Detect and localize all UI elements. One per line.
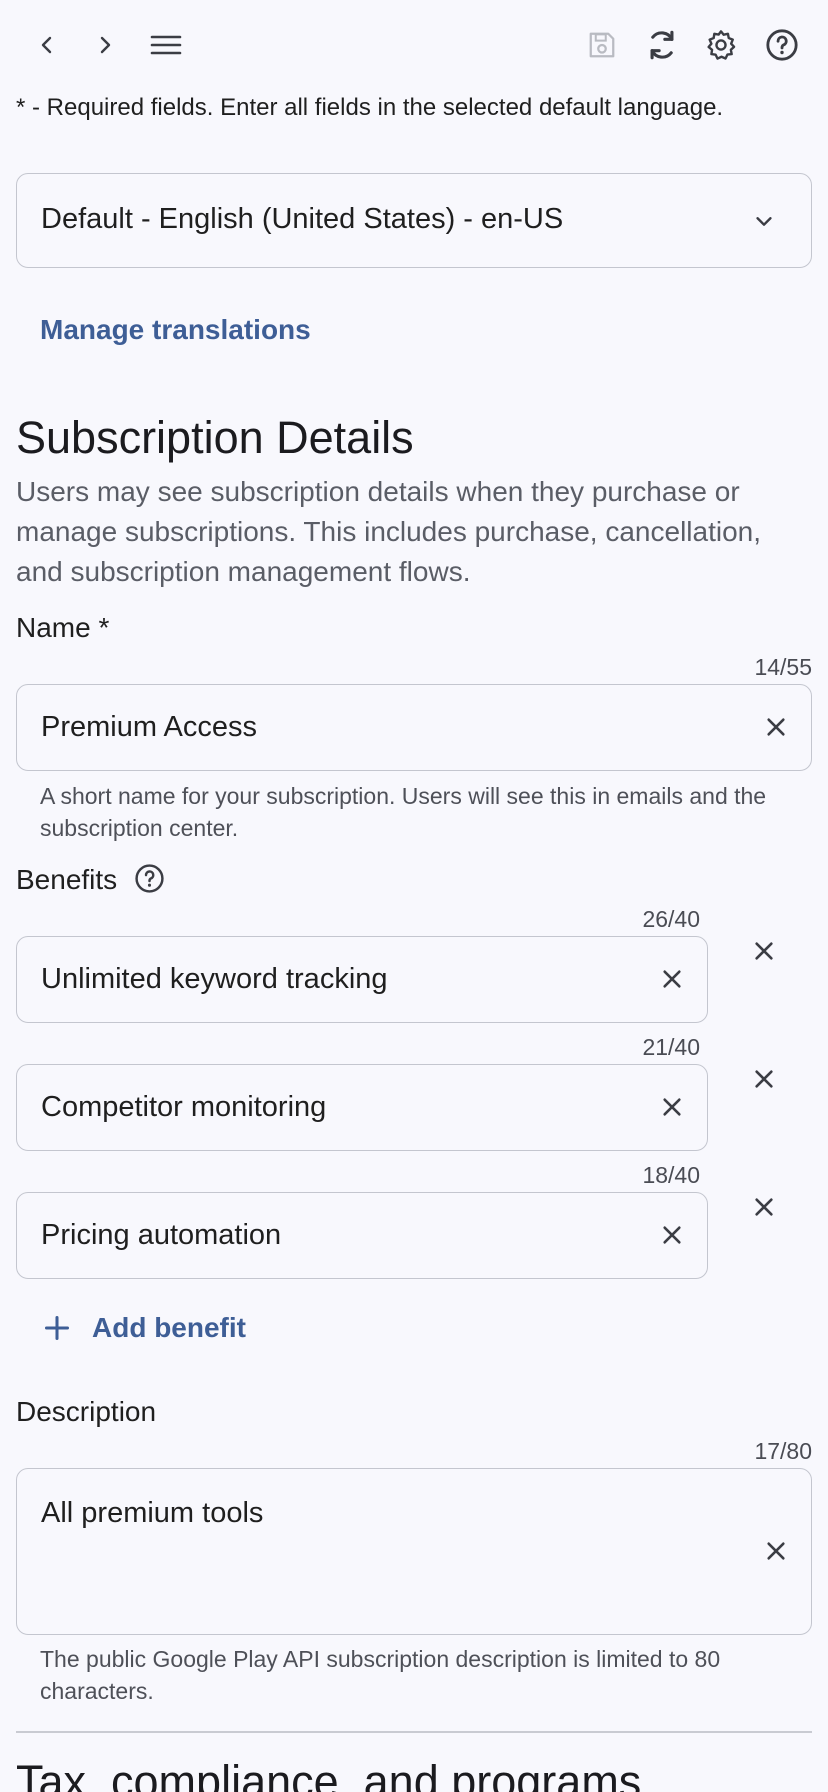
gear-icon[interactable] [699, 23, 743, 67]
required-fields-note: * - Required fields. Enter all fields in… [16, 94, 724, 121]
help-icon[interactable] [134, 863, 165, 899]
clear-icon[interactable] [657, 1092, 687, 1122]
remove-benefit-icon[interactable] [746, 933, 782, 969]
clear-icon[interactable] [761, 712, 791, 742]
chevron-left-icon[interactable] [25, 23, 69, 67]
refresh-icon[interactable] [640, 23, 684, 67]
description-helper-text: The public Google Play API subscription … [40, 1646, 721, 1704]
language-select[interactable]: Default - English (United States) - en-U… [16, 173, 812, 268]
benefit-counter: 26/40 [642, 906, 700, 932]
chevron-down-icon [753, 210, 775, 237]
menu-icon[interactable] [144, 23, 188, 67]
description-input[interactable]: All premium tools [16, 1468, 812, 1635]
clear-icon[interactable] [761, 1536, 791, 1566]
name-counter: 14/55 [754, 654, 812, 680]
help-icon[interactable] [760, 23, 804, 67]
section-divider [16, 1731, 812, 1733]
add-benefit-label: Add benefit [92, 1312, 246, 1343]
manage-translations-link[interactable]: Manage translations [40, 314, 311, 346]
plus-icon [40, 1311, 74, 1345]
add-benefit-button[interactable]: Add benefit [40, 1308, 246, 1348]
description-label: Description [16, 1396, 157, 1427]
description-counter: 17/80 [754, 1438, 812, 1464]
section-title: Subscription Details [16, 412, 414, 463]
next-section-title: Tax, compliance, and programs [16, 1756, 642, 1792]
remove-benefit-icon[interactable] [746, 1189, 782, 1225]
name-input[interactable]: Premium Access [16, 684, 812, 771]
chevron-right-icon[interactable] [83, 23, 127, 67]
benefit-input-value: Pricing automation [41, 1219, 282, 1251]
section-description: Users may see subscription details when … [16, 476, 762, 587]
name-input-value: Premium Access [41, 711, 257, 743]
clear-icon[interactable] [657, 964, 687, 994]
benefit-input[interactable]: Unlimited keyword tracking [16, 936, 708, 1023]
benefit-input[interactable]: Pricing automation [16, 1192, 708, 1279]
name-label: Name * [16, 612, 110, 643]
benefit-counter: 18/40 [642, 1162, 700, 1188]
description-input-value: All premium tools [41, 1497, 264, 1529]
name-helper-text: A short name for your subscription. User… [40, 783, 767, 841]
benefit-input-value: Unlimited keyword tracking [41, 963, 388, 995]
benefit-input[interactable]: Competitor monitoring [16, 1064, 708, 1151]
benefit-counter: 21/40 [642, 1034, 700, 1060]
clear-icon[interactable] [657, 1220, 687, 1250]
remove-benefit-icon[interactable] [746, 1061, 782, 1097]
benefit-input-value: Competitor monitoring [41, 1091, 327, 1123]
language-select-value: Default - English (United States) - en-U… [41, 203, 564, 235]
top-toolbar [0, 0, 828, 90]
save-icon[interactable] [580, 23, 624, 67]
benefits-label: Benefits [16, 864, 118, 895]
